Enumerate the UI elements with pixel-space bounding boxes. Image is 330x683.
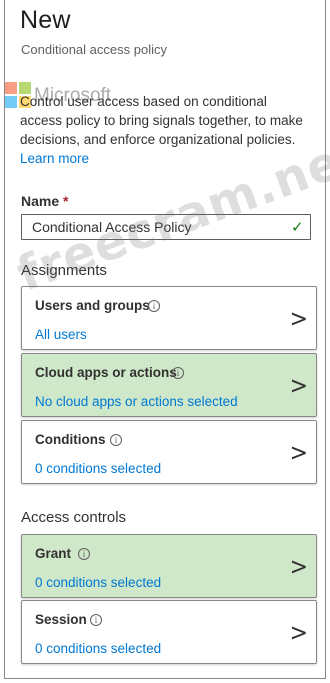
- conditions-card[interactable]: Conditions i 0 conditions selected >: [21, 420, 317, 484]
- access-controls-heading: Access controls: [21, 509, 127, 526]
- card-title: Users and groups: [35, 298, 150, 313]
- card-title: Grant: [35, 546, 72, 561]
- info-icon[interactable]: i: [90, 614, 102, 626]
- policy-name-input[interactable]: [21, 214, 311, 240]
- chevron-right-icon: >: [289, 439, 308, 468]
- page-title: New: [20, 6, 71, 34]
- card-title: Conditions: [35, 432, 106, 447]
- chevron-right-icon: >: [289, 372, 308, 401]
- assignments-heading: Assignments: [21, 262, 107, 279]
- info-icon[interactable]: i: [172, 367, 184, 379]
- conditional-access-panel: New Conditional access policy Microsoft …: [4, 0, 326, 679]
- description-text: Control user access based on conditional…: [20, 94, 303, 147]
- learn-more-link[interactable]: Learn more: [20, 151, 89, 166]
- name-label-text: Name: [21, 193, 60, 209]
- cloud-apps-card[interactable]: Cloud apps or actions i No cloud apps or…: [21, 353, 317, 417]
- policy-description: Control user access based on conditional…: [20, 92, 310, 168]
- info-icon[interactable]: i: [148, 300, 160, 312]
- page-subtitle: Conditional access policy: [21, 42, 167, 57]
- card-subtitle: 0 conditions selected: [35, 461, 162, 476]
- chevron-right-icon: >: [289, 553, 308, 582]
- card-subtitle: All users: [35, 327, 87, 342]
- card-subtitle: No cloud apps or actions selected: [35, 394, 238, 409]
- grant-card[interactable]: Grant i 0 conditions selected >: [21, 534, 317, 598]
- required-marker: *: [63, 193, 69, 209]
- info-icon[interactable]: i: [78, 548, 90, 560]
- chevron-right-icon: >: [289, 305, 308, 334]
- name-label: Name *: [21, 193, 68, 209]
- info-icon[interactable]: i: [110, 434, 122, 446]
- card-subtitle: 0 conditions selected: [35, 641, 162, 656]
- session-card[interactable]: Session i 0 conditions selected >: [21, 600, 317, 664]
- users-and-groups-card[interactable]: Users and groups i All users >: [21, 286, 317, 350]
- chevron-right-icon: >: [289, 619, 308, 648]
- card-title: Cloud apps or actions: [35, 365, 177, 380]
- checkmark-icon: ✓: [291, 219, 304, 236]
- card-subtitle: 0 conditions selected: [35, 575, 162, 590]
- card-title: Session: [35, 612, 87, 627]
